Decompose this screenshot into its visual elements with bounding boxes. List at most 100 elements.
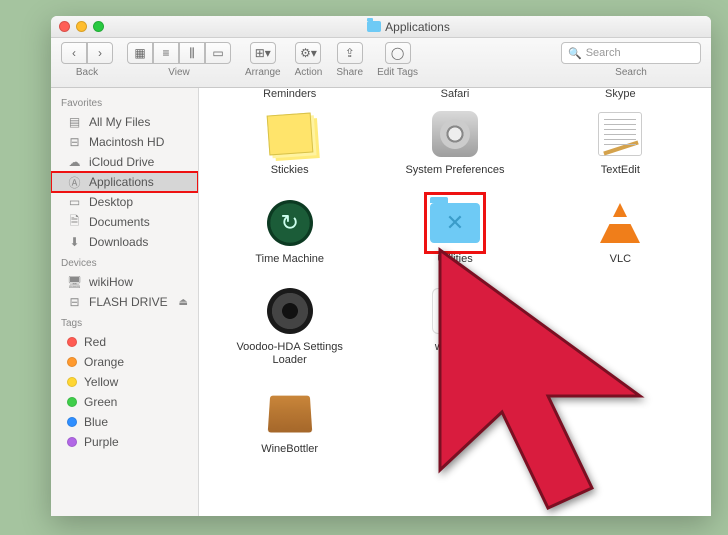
gear-icon xyxy=(429,108,481,160)
sidebar-item-green[interactable]: Green xyxy=(51,392,198,412)
documents-icon: 🗎 xyxy=(67,216,82,229)
window-body: Favorites▤All My Files ⊟ Macintosh HD ☁ iClo… xyxy=(51,88,711,516)
cloud-icon: ☁ xyxy=(67,156,82,169)
sidebar-item-label: FLASH DRIVE xyxy=(89,295,168,309)
sidebar-item-orange[interactable]: Orange xyxy=(51,352,198,372)
arrange-group: ⊞▾ Arrange xyxy=(245,42,281,78)
sidebar-item-applications[interactable]: ⒶApplications xyxy=(51,172,198,192)
box-icon xyxy=(264,387,316,439)
apps-icon: Ⓐ xyxy=(67,176,82,189)
window-title: Applications xyxy=(114,20,703,34)
back-forward-group: ‹ › Back xyxy=(61,42,113,78)
sidebar-item-desktop[interactable]: ▭Desktop xyxy=(51,192,198,212)
view-column-button[interactable]: ⫼ xyxy=(179,42,205,64)
sidebar-item-label: wikiHow xyxy=(89,275,133,289)
view-coverflow-button[interactable]: ▭ xyxy=(205,42,231,64)
sidebar-item-label: Macintosh HD xyxy=(89,135,164,149)
forward-button[interactable]: › xyxy=(87,42,113,64)
view-icon-button[interactable]: ▦ xyxy=(127,42,153,64)
window-controls xyxy=(59,21,104,32)
sidebar-item-all-my-files[interactable]: ▤All My Files xyxy=(51,112,198,132)
sidebar-item-red[interactable]: Red xyxy=(51,332,198,352)
app-item-winebottler[interactable]: WineBottler xyxy=(211,381,368,462)
tag-dot-icon xyxy=(67,357,77,367)
app-item-textedit[interactable]: TextEdit xyxy=(542,102,699,183)
close-button[interactable] xyxy=(59,21,70,32)
tag-dot-icon xyxy=(67,377,77,387)
view-group: ▦ ≡ ⫼ ▭ View xyxy=(127,42,231,78)
sidebar-item-label: Green xyxy=(84,395,117,409)
search-icon: 🔍 xyxy=(568,47,582,60)
app-item-vlc[interactable]: VLC xyxy=(542,191,699,272)
sidebar-item-flash-drive[interactable]: ⊟ FLASH DRIVE ⏏ xyxy=(51,292,198,312)
sidebar-item-icloud-drive[interactable]: ☁ iCloud Drive xyxy=(51,152,198,172)
app-item-stickies[interactable]: Stickies xyxy=(211,102,368,183)
sidebar-item-documents[interactable]: 🗎Documents xyxy=(51,212,198,232)
sidebar[interactable]: Favorites▤All My Files ⊟ Macintosh HD ☁ iClo… xyxy=(51,88,199,516)
sidebar-section-header: Favorites xyxy=(51,92,198,112)
edit-tags-label: Edit Tags xyxy=(377,67,418,78)
computer-icon: 🖥 xyxy=(67,276,82,289)
sidebar-item-label: Yellow xyxy=(84,375,118,389)
sidebar-item-label: Downloads xyxy=(89,235,148,249)
app-item-time-machine[interactable]: ↻Time Machine xyxy=(211,191,368,272)
desktop-icon: ▭ xyxy=(67,196,82,209)
app-grid: Stickies System Preferences TextEdit ↻Time … xyxy=(199,102,711,481)
tag-dot-icon xyxy=(67,437,77,447)
sidebar-item-label: Blue xyxy=(84,415,108,429)
sidebar-section-header: Tags xyxy=(51,312,198,332)
share-label: Share xyxy=(336,67,363,78)
sidebar-item-yellow[interactable]: Yellow xyxy=(51,372,198,392)
app-label: WineBottler xyxy=(261,443,318,456)
eject-icon[interactable]: ⏏ xyxy=(179,297,188,308)
view-label: View xyxy=(168,67,190,78)
app-label: Utilities xyxy=(437,253,472,266)
content-area[interactable]: Reminders Safari Skype Stickies System Pref… xyxy=(199,88,711,516)
sidebar-item-macintosh-hd[interactable]: ⊟ Macintosh HD xyxy=(51,132,198,152)
share-group: ⇪ Share xyxy=(336,42,363,78)
action-button[interactable]: ⚙▾ xyxy=(295,42,321,64)
app-label-cut[interactable]: Reminders xyxy=(211,88,368,102)
sidebar-item-blue[interactable]: Blue xyxy=(51,412,198,432)
action-group: ⚙▾ Action xyxy=(295,42,323,78)
tag-dot-icon xyxy=(67,397,77,407)
finder-window: Applications ‹ › Back ▦ ≡ ⫼ ▭ View ⊞▾ Ar… xyxy=(51,16,711,516)
folder-icon xyxy=(367,21,381,32)
arrange-label: Arrange xyxy=(245,67,281,78)
drive-icon: ⊟ xyxy=(67,296,82,309)
sidebar-item-label: All My Files xyxy=(89,115,150,129)
sidebar-item-label: iCloud Drive xyxy=(89,155,154,169)
arrange-button[interactable]: ⊞▾ xyxy=(250,42,276,64)
app-label: wikiHow xyxy=(435,341,475,354)
tags-group: ◯ Edit Tags xyxy=(377,42,418,78)
app-item-wikihow[interactable]: wHwikiHow xyxy=(376,279,533,372)
app-item-utilities[interactable]: Utilities xyxy=(376,191,533,272)
search-input[interactable]: 🔍 Search xyxy=(561,42,701,64)
util-icon xyxy=(429,197,481,249)
minimize-button[interactable] xyxy=(76,21,87,32)
stickies-icon xyxy=(264,108,316,160)
app-label: Voodoo-HDA Settings Loader xyxy=(230,341,350,366)
tag-dot-icon xyxy=(67,417,77,427)
app-item-system-preferences[interactable]: System Preferences xyxy=(376,102,533,183)
textedit-icon xyxy=(594,108,646,160)
sidebar-item-downloads[interactable]: ⬇ Downloads xyxy=(51,232,198,252)
back-button[interactable]: ‹ xyxy=(61,42,87,64)
vlc-icon xyxy=(594,197,646,249)
sidebar-item-wikihow[interactable]: 🖥 wikiHow xyxy=(51,272,198,292)
app-item-empty xyxy=(542,279,699,372)
disk-icon: ⊟ xyxy=(67,136,82,149)
app-item-voodoo-hda-settings-loader[interactable]: Voodoo-HDA Settings Loader xyxy=(211,279,368,372)
edit-tags-button[interactable]: ◯ xyxy=(385,42,411,64)
app-label-cut[interactable]: Skype xyxy=(542,88,699,102)
view-list-button[interactable]: ≡ xyxy=(153,42,179,64)
downloads-icon: ⬇ xyxy=(67,236,82,249)
sidebar-item-purple[interactable]: Purple xyxy=(51,432,198,452)
search-group: 🔍 Search Search xyxy=(561,42,701,78)
zoom-button[interactable] xyxy=(93,21,104,32)
share-button[interactable]: ⇪ xyxy=(337,42,363,64)
titlebar[interactable]: Applications xyxy=(51,16,711,38)
sidebar-item-label: Red xyxy=(84,335,106,349)
app-label: System Preferences xyxy=(405,164,504,177)
app-label-cut[interactable]: Safari xyxy=(376,88,533,102)
